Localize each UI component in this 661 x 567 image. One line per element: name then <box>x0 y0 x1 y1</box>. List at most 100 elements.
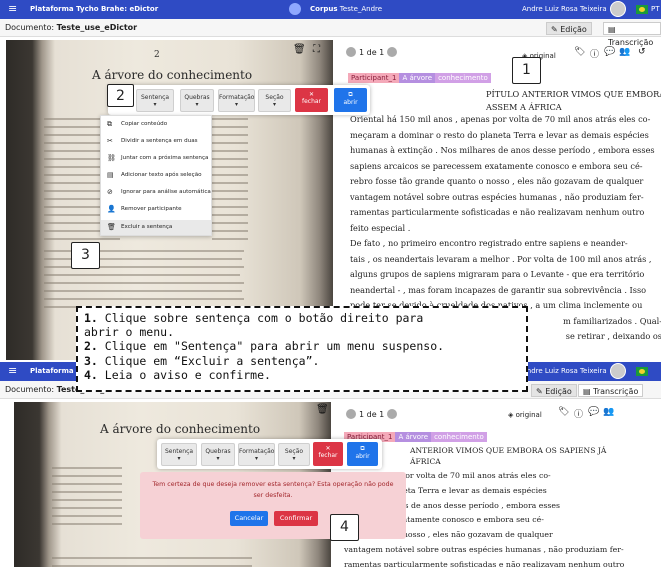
ban-icon: ⊘ <box>107 188 113 196</box>
brazil-flag-icon[interactable] <box>636 5 648 14</box>
formatacao-dropdown[interactable]: Formatação ▾ <box>218 89 255 112</box>
tag-icon[interactable]: 🏷 <box>574 47 585 57</box>
info-icon[interactable]: ⓘ <box>590 47 599 60</box>
title-tag-2[interactable]: conhecimento <box>435 73 491 83</box>
sentenca-dropdown[interactable]: Sentença ▾ <box>161 443 197 466</box>
page-navigator: 1 de 1 <box>346 409 398 419</box>
callout-3: 3 <box>71 242 100 269</box>
add-text-icon: ▤ <box>107 171 114 179</box>
tab-transcricao[interactable]: ▤ Transcrição <box>603 22 661 47</box>
menu-item-remover[interactable]: 👤 Remover participante <box>101 202 211 217</box>
instructions-box: 1. Clique sobre sentença com o botão dir… <box>76 306 528 392</box>
menu-item-juntar[interactable]: ⛓ Juntar com a próxima sentença <box>101 151 211 166</box>
text-line[interactable]: meçaram a dominar o resto do planeta Ter… <box>350 128 661 144</box>
text-line[interactable]: rebro fosse tão grande quanto o nosso , … <box>350 174 661 190</box>
title-tag[interactable]: A árvore <box>395 432 432 442</box>
participant-tag[interactable]: Participant_1 <box>348 73 400 83</box>
avatar[interactable] <box>610 1 626 17</box>
abrir-button[interactable]: ⧉ abrir <box>334 88 367 112</box>
text-line[interactable]: humanas à extinção . Nos milhares de ano… <box>350 143 661 159</box>
text-line[interactable]: Oriental há 150 mil anos , apenas por vo… <box>350 112 661 128</box>
user-name[interactable]: Andre Luiz Rosa Teixeira <box>522 5 607 13</box>
corpus-label[interactable]: Corpus Teste_Andre <box>310 5 382 13</box>
secao-dropdown[interactable]: Seção ▾ <box>258 89 291 112</box>
confirm-message: Tem certeza de que deseja remover esta s… <box>152 481 394 499</box>
trash-icon: 🗑 <box>107 223 116 231</box>
menu-item-ignorar[interactable]: ⊘ Ignorar para análise automática <box>101 185 211 200</box>
page-heading: A árvore do conhecimento <box>100 422 261 436</box>
comments-icon[interactable]: 💬 <box>604 47 615 57</box>
prev-page-icon[interactable] <box>346 409 356 419</box>
trash-icon[interactable]: 🗑 <box>293 44 306 55</box>
next-page-icon[interactable] <box>387 47 398 57</box>
confirm-button[interactable]: Confirmar <box>274 511 318 526</box>
participants-icon[interactable]: 👥 <box>619 47 630 57</box>
info-icon[interactable]: ⓘ <box>574 407 583 420</box>
page-indicator: 1 de 1 <box>359 47 385 57</box>
page-number: 2 <box>154 50 160 60</box>
menu-item-dividir[interactable]: ✂ Dividir a sentença em duas <box>101 134 211 149</box>
prev-page-icon[interactable] <box>346 47 356 57</box>
text-line[interactable]: vantagem notável sobre outras espécies h… <box>350 190 661 206</box>
callout-2: 2 <box>107 84 134 107</box>
callout-1: 1 <box>512 57 541 84</box>
text-line[interactable]: neandertal - , mas foram incapazes de ga… <box>350 283 661 299</box>
avatar[interactable] <box>610 363 626 379</box>
split-icon: ✂ <box>107 137 113 145</box>
tab-edicao[interactable]: ✎ Edição <box>531 384 577 397</box>
quebras-dropdown[interactable]: Quebras ▾ <box>180 89 214 112</box>
text-line[interactable]: ramentas particularmente sofisticadas e … <box>350 205 661 221</box>
confirm-dialog: Tem certeza de que deseja remover esta s… <box>140 472 406 539</box>
abrir-button[interactable]: ⧉ abrir <box>347 442 378 466</box>
sentence-toolbar: Sentença ▾ Quebras ▾ Formatação ▾ Seção ▾ ✕ f… <box>108 85 370 115</box>
tag-row: Participant_1 A árvore conhecimento <box>348 73 491 83</box>
text-line[interactable]: sapiens arcaicos se parecessem exatament… <box>350 159 661 175</box>
top-navbar: ≡ Plataforma Tycho Brahe: eDictor Corpus… <box>0 0 661 19</box>
callout-4: 4 <box>330 514 359 541</box>
document-bar: Documento: Teste_use_eDictor ✎ Edição ▤ … <box>0 19 661 47</box>
participants-icon[interactable]: 👥 <box>603 407 614 417</box>
secao-dropdown[interactable]: Seção ▾ <box>278 443 310 466</box>
fullscreen-icon[interactable]: ⛶ <box>313 44 320 55</box>
language-label[interactable]: PT <box>651 5 660 13</box>
menu-item-copiar[interactable]: ⧉ Copiar conteúdo <box>101 117 211 132</box>
next-page-icon[interactable] <box>387 409 398 419</box>
text-line[interactable]: vantagem notável sobre outras espécies h… <box>344 543 659 558</box>
brand-title[interactable]: Plataforma Tycho Brahe: eDictor <box>30 5 158 13</box>
tab-edicao[interactable]: ✎ Edição <box>546 22 592 35</box>
tag-icon[interactable]: 🏷 <box>558 407 569 417</box>
fechar-button[interactable]: ✕ fechar <box>295 88 328 112</box>
trash-icon[interactable]: 🗑 <box>316 404 329 415</box>
sentenca-dropdown[interactable]: Sentença ▾ <box>136 89 174 112</box>
page-navigator: 1 de 1 <box>346 47 398 57</box>
text-line[interactable]: feito especial . <box>350 221 661 237</box>
tab-transcricao[interactable]: ▤ Transcrição <box>578 384 644 397</box>
comments-icon[interactable]: 💬 <box>588 407 599 417</box>
link-icon: ⛓ <box>107 154 116 162</box>
sentence-dropdown-menu: ⧉ Copiar conteúdo ✂ Dividir a sentença em … <box>100 115 212 236</box>
cancel-button[interactable]: Cancelar <box>230 511 268 526</box>
corpus-icon <box>289 3 301 15</box>
copy-icon: ⧉ <box>107 120 112 128</box>
menu-item-adicionar[interactable]: ▤ Adicionar texto após seleção <box>101 168 211 183</box>
menu-icon[interactable]: ≡ <box>8 3 17 15</box>
original-toggle[interactable]: ◈ original <box>508 411 542 419</box>
text-line[interactable]: tais , os neandertais levaram a melhor .… <box>350 252 661 268</box>
sentence-text-2[interactable]: ANTERIOR VIMOS QUE EMBORA OS SAPIENS JÁ Á… <box>410 445 606 467</box>
sentence-toolbar-2: Sentença ▾ Quebras ▾ Formatação ▾ Seção ▾ ✕ f… <box>157 439 382 469</box>
brazil-flag-icon[interactable] <box>636 367 648 376</box>
page-heading: A árvore do conhecimento <box>92 68 253 82</box>
undo-icon[interactable]: ↺ <box>638 47 646 57</box>
title-tag[interactable]: A árvore <box>399 73 436 83</box>
text-line[interactable]: alguns grupos de sapiens migraram para o… <box>350 267 661 283</box>
menu-item-excluir[interactable]: 🗑 Excluir a sentença <box>101 220 211 235</box>
text-line[interactable]: ramentas particularmente sofisticadas e … <box>344 558 659 567</box>
text-line[interactable]: De fato , no primeiro encontro registrad… <box>350 236 661 252</box>
user-icon: 👤 <box>107 205 116 213</box>
formatacao-dropdown[interactable]: Formatação ▾ <box>238 443 275 466</box>
user-name[interactable]: Andre Luiz Rosa Teixeira <box>522 367 607 375</box>
fechar-button[interactable]: ✕ fechar <box>313 442 343 466</box>
quebras-dropdown[interactable]: Quebras ▾ <box>201 443 235 466</box>
menu-icon[interactable]: ≡ <box>8 365 17 377</box>
title-tag-2[interactable]: conhecimento <box>431 432 487 442</box>
